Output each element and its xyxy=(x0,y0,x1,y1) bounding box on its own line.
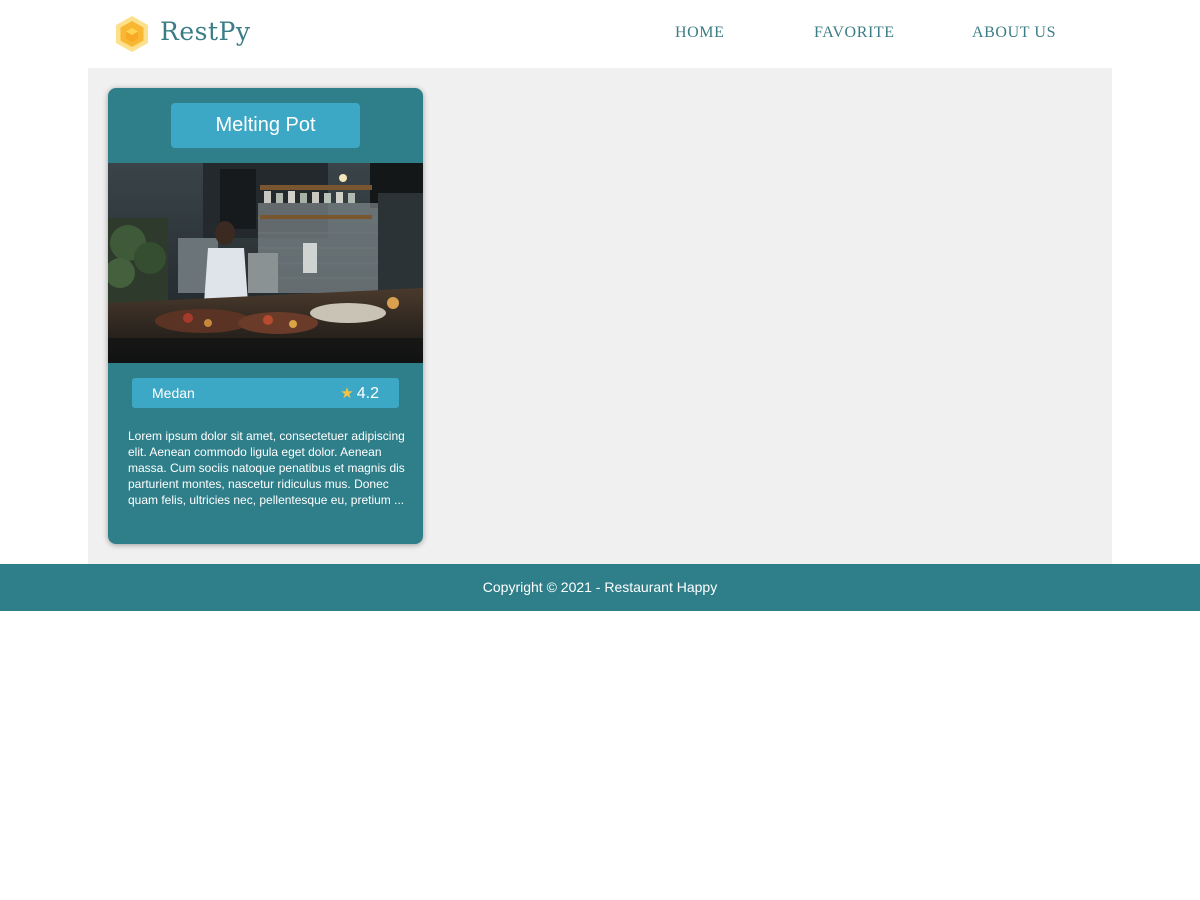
restaurant-name-button[interactable]: Melting Pot xyxy=(171,103,360,148)
restaurant-card[interactable]: Melting Pot Medan ★ 4.2 Lorem ipsum dolo… xyxy=(108,88,423,544)
restaurant-city: Medan xyxy=(152,385,195,401)
restaurant-rating: ★ 4.2 xyxy=(340,378,379,409)
copyright-text: Copyright © 2021 - Restaurant Happy xyxy=(482,579,718,595)
nav-home-link[interactable]: HOME xyxy=(675,24,725,42)
restaurant-image[interactable] xyxy=(108,163,423,363)
nav-favorite-link[interactable]: FAVORITE xyxy=(814,24,895,42)
site-header: RestPy HOME FAVORITE ABOUT US xyxy=(88,0,1112,68)
restaurant-list: Melting Pot Medan ★ 4.2 Lorem ipsum dolo… xyxy=(88,68,1112,564)
site-footer: Copyright © 2021 - Restaurant Happy xyxy=(0,564,1200,611)
main-nav: HOME FAVORITE ABOUT US xyxy=(88,24,1112,44)
rating-value: 4.2 xyxy=(356,385,379,402)
card-info-bar: Medan ★ 4.2 xyxy=(132,378,399,408)
nav-about-us-link[interactable]: ABOUT US xyxy=(972,24,1056,42)
restaurant-description: Lorem ipsum dolor sit amet, consectetuer… xyxy=(128,429,405,507)
star-icon: ★ xyxy=(340,385,354,402)
